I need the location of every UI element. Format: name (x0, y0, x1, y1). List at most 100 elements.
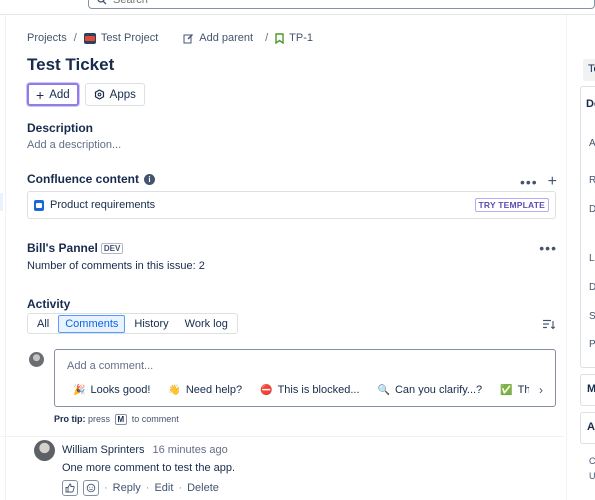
keyboard-key: M (114, 414, 128, 425)
apps-button-label: Apps (109, 88, 136, 101)
quick-reply-clarify[interactable]: 🔍 Can you clarify...? (378, 384, 483, 396)
chevron-right-icon[interactable]: › (539, 383, 543, 397)
description-heading: Description (27, 121, 94, 135)
separator: · (145, 482, 150, 494)
quick-reply-label: Can you clarify...? (394, 384, 483, 396)
quick-reply-label: This is blocked... (277, 384, 360, 396)
comment-editor[interactable]: Add a comment... 🎉 Looks good! 👋 Need he… (54, 349, 556, 407)
breadcrumb-project-label: Test Project (100, 32, 159, 44)
quick-reply-need-help[interactable]: 👋 Need help? (168, 384, 242, 396)
info-icon[interactable]: i (144, 174, 156, 185)
comment-body: One more comment to test the app. (62, 462, 236, 474)
side-footer-text: C (589, 456, 595, 466)
details-panel-heading[interactable]: De (586, 98, 595, 110)
details-field-label: S (589, 311, 595, 322)
thumbs-up-icon[interactable] (62, 480, 78, 496)
breadcrumb-project[interactable]: Test Project (83, 32, 159, 44)
tab-comments[interactable]: Comments (58, 314, 126, 333)
comment-input[interactable]: Add a comment... (67, 360, 153, 372)
details-field-label: D (589, 282, 595, 293)
pro-tip-press: press (88, 414, 111, 424)
delete-button[interactable]: Delete (187, 482, 219, 494)
top-navigation-bar (0, 0, 595, 15)
comment-actions: · Reply · Edit · Delete (62, 480, 219, 496)
quick-reply-label: Need help? (185, 384, 243, 396)
sidebar-collapsed-strip (0, 15, 6, 500)
search-input[interactable] (113, 0, 313, 6)
panel-divider (566, 15, 567, 500)
details-field-label: D (589, 204, 595, 215)
details-field-label: L (589, 253, 595, 264)
breadcrumb-separator: / (73, 32, 77, 44)
try-template-badge[interactable]: TRY TEMPLATE (474, 198, 549, 212)
confluence-page-icon (34, 199, 44, 211)
sort-order-icon[interactable] (543, 319, 555, 330)
activity-tabs: All Comments History Work log (27, 313, 238, 334)
app-panel-text: Number of comments in this issue: 2 (27, 260, 205, 272)
edit-button[interactable]: Edit (154, 482, 173, 494)
quick-reply-looks-good[interactable]: 🎉 Looks good! (73, 384, 150, 396)
search-icon (97, 0, 107, 4)
confluence-item[interactable]: Product requirements TRY TEMPLATE (27, 191, 556, 219)
details-field-label: A (589, 138, 595, 149)
breadcrumb-projects[interactable]: Projects (27, 32, 67, 44)
check-mark-icon: ✅ (500, 384, 513, 396)
tab-history[interactable]: History (127, 315, 175, 333)
side-section-collapsed[interactable]: Au (580, 412, 595, 444)
project-avatar-icon (83, 32, 96, 44)
tab-work-log[interactable]: Work log (178, 315, 235, 333)
add-button-label: Add (49, 88, 70, 101)
pro-tip: Pro tip: press M to comment (54, 414, 179, 425)
more-options-icon[interactable]: ••• (520, 174, 538, 190)
tab-all[interactable]: All (30, 315, 56, 333)
confluence-heading: Confluence content i (27, 172, 156, 186)
sidebar-selected-marker (0, 193, 3, 211)
side-section-collapsed[interactable]: M (580, 374, 595, 406)
issue-title[interactable]: Test Ticket (27, 55, 114, 75)
quick-reply-label: This is on (517, 384, 529, 396)
separator: · (104, 482, 108, 494)
plus-icon: + (36, 86, 45, 103)
add-reaction-icon[interactable] (83, 480, 99, 496)
pencil-icon (183, 33, 194, 43)
magnifier-icon: 🔍 (377, 384, 390, 396)
details-field-label: P (589, 339, 595, 350)
description-field[interactable]: Add a description... (27, 139, 121, 151)
separator: · (178, 482, 183, 494)
quick-reply-label: Looks good! (90, 384, 151, 396)
activity-heading: Activity (27, 297, 71, 311)
dev-badge: DEV (100, 243, 124, 254)
quick-reply-list: 🎉 Looks good! 👋 Need help? ⛔ This is blo… (73, 384, 529, 396)
plus-icon[interactable]: + (548, 173, 557, 191)
quick-reply-on-track[interactable]: ✅ This is on (500, 384, 529, 396)
add-button[interactable]: + Add (27, 83, 79, 106)
app-panel-heading: Bill's Pannel DEV (27, 241, 124, 255)
details-panel (580, 86, 595, 368)
quick-reply-blocked[interactable]: ⛔ This is blocked... (260, 384, 359, 396)
details-field-label: R (589, 175, 595, 186)
confluence-actions: ••• + (520, 173, 557, 191)
reply-button[interactable]: Reply (113, 482, 141, 494)
breadcrumb: Projects / Test Project Add parent / TP-… (27, 32, 313, 44)
no-entry-icon: ⛔ (260, 384, 273, 396)
add-parent-button[interactable]: Add parent (183, 32, 253, 44)
breadcrumb-issue-key[interactable]: TP-1 (275, 32, 313, 44)
issue-action-buttons: + Add Apps (27, 83, 145, 106)
search-box[interactable] (88, 0, 595, 9)
side-footer-text: U (589, 471, 595, 481)
comment-timestamp[interactable]: 16 minutes ago (153, 444, 228, 456)
side-section-label: M (587, 383, 595, 395)
apps-hexagon-icon (94, 89, 104, 100)
apps-button[interactable]: Apps (84, 83, 145, 106)
breadcrumb-separator: / (265, 32, 269, 44)
more-options-icon[interactable]: ••• (539, 240, 557, 256)
comment-author-name[interactable]: William Sprinters (62, 444, 145, 456)
comment-author-avatar[interactable] (34, 440, 55, 461)
pro-tip-suffix: to comment (131, 414, 179, 424)
status-dropdown[interactable]: Te (583, 59, 595, 81)
wave-icon: 👋 (168, 384, 181, 396)
divider (0, 436, 564, 437)
add-parent-label: Add parent (199, 32, 254, 44)
confluence-heading-label: Confluence content (27, 172, 140, 186)
confluence-item-label: Product requirements (50, 199, 156, 211)
